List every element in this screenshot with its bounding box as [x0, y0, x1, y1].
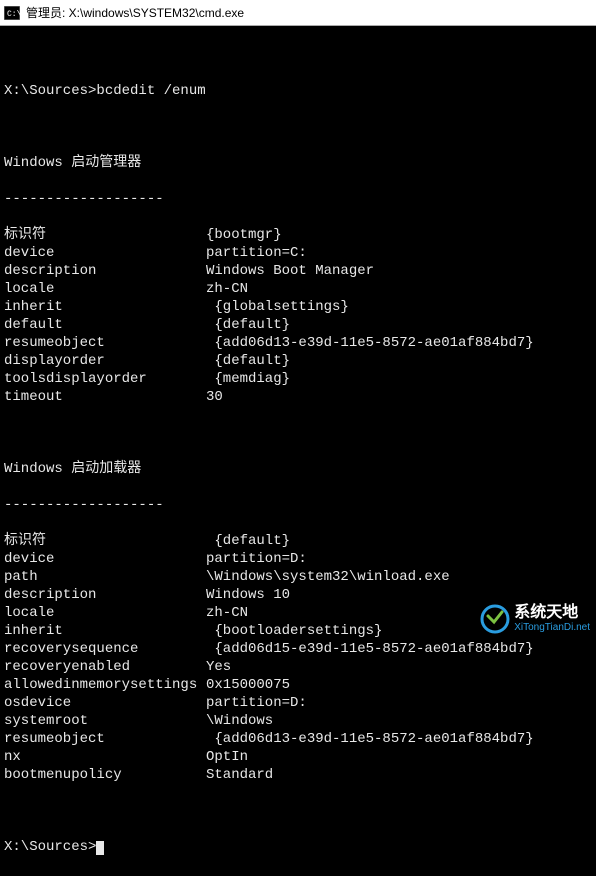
- output-value: {default}: [206, 352, 290, 370]
- output-value: {add06d13-e39d-11e5-8572-ae01af884bd7}: [206, 334, 534, 352]
- output-row: devicepartition=D:: [4, 550, 592, 568]
- output-row: recoveryenabledYes: [4, 658, 592, 676]
- output-key: systemroot: [4, 712, 206, 730]
- blank-line: [4, 118, 592, 136]
- output-row: nxOptIn: [4, 748, 592, 766]
- output-row: toolsdisplayorder {memdiag}: [4, 370, 592, 388]
- output-key: osdevice: [4, 694, 206, 712]
- output-key: default: [4, 316, 206, 334]
- output-value: 0x15000075: [206, 676, 290, 694]
- watermark-main: 系统天地: [514, 605, 590, 621]
- output-row: displayorder {default}: [4, 352, 592, 370]
- output-row: descriptionWindows Boot Manager: [4, 262, 592, 280]
- watermark-sub: XiTongTianDi.net: [514, 623, 590, 633]
- output-value: partition=D:: [206, 550, 307, 568]
- output-value: partition=C:: [206, 244, 307, 262]
- output-value: zh-CN: [206, 604, 248, 622]
- output-key: toolsdisplayorder: [4, 370, 206, 388]
- blank-line: [4, 802, 592, 820]
- cmd-icon: C:\: [4, 6, 20, 20]
- section-divider: -------------------: [4, 496, 592, 514]
- output-row: recoverysequence {add06d15-e39d-11e5-857…: [4, 640, 592, 658]
- output-row: systemroot\Windows: [4, 712, 592, 730]
- output-value: zh-CN: [206, 280, 248, 298]
- output-row: timeout30: [4, 388, 592, 406]
- output-key: displayorder: [4, 352, 206, 370]
- prompt-line: X:\Sources>: [4, 838, 592, 856]
- section-title: Windows 启动管理器: [4, 154, 592, 172]
- blank-line: [4, 424, 592, 442]
- output-key: bootmenupolicy: [4, 766, 206, 784]
- output-key: 标识符: [4, 226, 206, 244]
- output-value: \Windows\system32\winload.exe: [206, 568, 450, 586]
- output-key: nx: [4, 748, 206, 766]
- output-key: description: [4, 262, 206, 280]
- output-key: device: [4, 244, 206, 262]
- output-value: \Windows: [206, 712, 273, 730]
- output-value: {add06d13-e39d-11e5-8572-ae01af884bd7}: [206, 730, 534, 748]
- output-row: path\Windows\system32\winload.exe: [4, 568, 592, 586]
- output-row: allowedinmemorysettings0x15000075: [4, 676, 592, 694]
- output-value: {bootmgr}: [206, 226, 282, 244]
- output-value: {default}: [206, 532, 290, 550]
- output-row: inherit {globalsettings}: [4, 298, 592, 316]
- output-key: recoveryenabled: [4, 658, 206, 676]
- output-key: 标识符: [4, 532, 206, 550]
- output-value: {globalsettings}: [206, 298, 349, 316]
- cursor: [96, 841, 104, 855]
- output-key: device: [4, 550, 206, 568]
- watermark: 系统天地 XiTongTianDi.net: [480, 604, 590, 634]
- output-key: locale: [4, 604, 206, 622]
- output-key: timeout: [4, 388, 206, 406]
- output-row: descriptionWindows 10: [4, 586, 592, 604]
- output-row: devicepartition=C:: [4, 244, 592, 262]
- watermark-text: 系统天地 XiTongTianDi.net: [514, 605, 590, 633]
- output-key: inherit: [4, 298, 206, 316]
- output-value: Windows 10: [206, 586, 290, 604]
- output-value: Windows Boot Manager: [206, 262, 374, 280]
- titlebar-title: 管理员: X:\windows\SYSTEM32\cmd.exe: [26, 4, 244, 21]
- watermark-icon: [480, 604, 510, 634]
- output-row: resumeobject {add06d13-e39d-11e5-8572-ae…: [4, 730, 592, 748]
- output-value: 30: [206, 388, 223, 406]
- output-key: resumeobject: [4, 334, 206, 352]
- output-key: inherit: [4, 622, 206, 640]
- prompt-line: X:\Sources>bcdedit /enum: [4, 82, 592, 100]
- output-value: OptIn: [206, 748, 248, 766]
- titlebar[interactable]: C:\ 管理员: X:\windows\SYSTEM32\cmd.exe: [0, 0, 596, 26]
- output-value: Yes: [206, 658, 231, 676]
- output-row: bootmenupolicyStandard: [4, 766, 592, 784]
- output-row: default {default}: [4, 316, 592, 334]
- console-output[interactable]: X:\Sources>bcdedit /enum Windows 启动管理器 -…: [0, 26, 596, 876]
- output-row: resumeobject {add06d13-e39d-11e5-8572-ae…: [4, 334, 592, 352]
- section-divider: -------------------: [4, 190, 592, 208]
- output-key: allowedinmemorysettings: [4, 676, 206, 694]
- output-key: resumeobject: [4, 730, 206, 748]
- output-row: localezh-CN: [4, 280, 592, 298]
- output-value: {default}: [206, 316, 290, 334]
- output-key: locale: [4, 280, 206, 298]
- svg-text:C:\: C:\: [7, 10, 20, 19]
- output-value: Standard: [206, 766, 273, 784]
- output-key: description: [4, 586, 206, 604]
- output-key: path: [4, 568, 206, 586]
- output-value: {memdiag}: [206, 370, 290, 388]
- output-key: recoverysequence: [4, 640, 206, 658]
- output-row: 标识符{bootmgr}: [4, 226, 592, 244]
- output-value: partition=D:: [206, 694, 307, 712]
- blank-line: [4, 46, 592, 64]
- section-title: Windows 启动加载器: [4, 460, 592, 478]
- output-value: {add06d15-e39d-11e5-8572-ae01af884bd7}: [206, 640, 534, 658]
- output-row: osdevicepartition=D:: [4, 694, 592, 712]
- output-row: 标识符 {default}: [4, 532, 592, 550]
- output-value: {bootloadersettings}: [206, 622, 382, 640]
